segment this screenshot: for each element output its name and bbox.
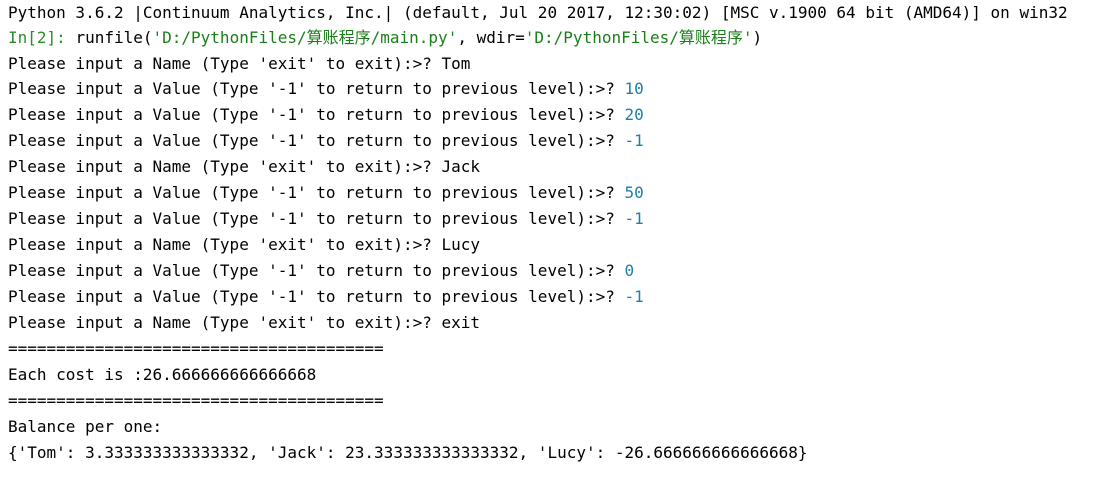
wdir-arg: , wdir= <box>457 28 525 47</box>
input-prompt: Please input a Name (Type 'exit' to exit… <box>8 157 442 176</box>
balance-label-line: Balance per one: <box>8 414 1116 440</box>
session-line: Please input a Name (Type 'exit' to exit… <box>8 52 1116 76</box>
separator-line: ======================================= <box>8 388 1116 414</box>
separator-line: ======================================= <box>8 336 1116 362</box>
input-prompt: Please input a Value (Type '-1' to retur… <box>8 261 625 280</box>
balance-label-text: Balance per one: <box>8 417 163 436</box>
console-input-line: In[2]: runfile('D:/PythonFiles/算账程序/main… <box>8 25 1116 51</box>
user-input-value: -1 <box>624 287 644 306</box>
session-line: Please input a Value (Type '-1' to retur… <box>8 128 1116 154</box>
input-prompt: Please input a Value (Type '-1' to retur… <box>8 105 625 124</box>
input-prompt: Please input a Name (Type 'exit' to exit… <box>8 235 442 254</box>
user-input-value: Lucy <box>441 235 481 254</box>
user-input-value: 0 <box>624 261 635 280</box>
in-prompt: In[2]: <box>8 28 76 47</box>
balance-dict-text: {'Tom': 3.333333333333332, 'Jack': 23.33… <box>8 443 808 462</box>
user-input-value: Jack <box>441 157 481 176</box>
each-cost-text: Each cost is :26.666666666666668 <box>8 365 317 384</box>
session-line: Please input a Value (Type '-1' to retur… <box>8 180 1116 206</box>
each-cost-line: Each cost is :26.666666666666668 <box>8 362 1116 388</box>
user-input-value: exit <box>441 313 481 332</box>
session-line: Please input a Name (Type 'exit' to exit… <box>8 232 1116 258</box>
banner-text: Python 3.6.2 |Continuum Analytics, Inc.|… <box>8 3 1068 22</box>
session-line: Please input a Value (Type '-1' to retur… <box>8 76 1116 102</box>
session-line: Please input a Name (Type 'exit' to exit… <box>8 154 1116 180</box>
session-line: Please input a Value (Type '-1' to retur… <box>8 258 1116 284</box>
user-input-value: -1 <box>624 209 644 228</box>
separator-text: ======================================= <box>8 339 384 358</box>
console-banner: Python 3.6.2 |Continuum Analytics, Inc.|… <box>8 1 1116 25</box>
runfile-call: runfile( <box>75 28 153 47</box>
wdir-path: 'D:/PythonFiles/算账程序' <box>524 28 753 47</box>
runfile-path: 'D:/PythonFiles/算账程序/main.py' <box>152 28 458 47</box>
input-prompt: Please input a Name (Type 'exit' to exit… <box>8 54 442 73</box>
session-line: Please input a Value (Type '-1' to retur… <box>8 102 1116 128</box>
user-input-value: Tom <box>441 54 471 73</box>
input-prompt: Please input a Value (Type '-1' to retur… <box>8 131 625 150</box>
user-input-value: 50 <box>624 183 644 202</box>
python-console[interactable]: Python 3.6.2 |Continuum Analytics, Inc.|… <box>0 1 1116 477</box>
session-line: Please input a Name (Type 'exit' to exit… <box>8 310 1116 336</box>
input-prompt: Please input a Value (Type '-1' to retur… <box>8 287 625 306</box>
input-prompt: Please input a Value (Type '-1' to retur… <box>8 79 625 98</box>
user-input-value: 20 <box>624 105 644 124</box>
input-prompt: Please input a Value (Type '-1' to retur… <box>8 183 625 202</box>
input-prompt: Please input a Name (Type 'exit' to exit… <box>8 313 442 332</box>
input-prompt: Please input a Value (Type '-1' to retur… <box>8 209 625 228</box>
user-input-value: -1 <box>624 131 644 150</box>
session-output: Please input a Name (Type 'exit' to exit… <box>8 52 1116 336</box>
session-line: Please input a Value (Type '-1' to retur… <box>8 284 1116 310</box>
separator-text: ======================================= <box>8 391 384 410</box>
session-line: Please input a Value (Type '-1' to retur… <box>8 206 1116 232</box>
user-input-value: 10 <box>624 79 644 98</box>
balance-dict-line: {'Tom': 3.333333333333332, 'Jack': 23.33… <box>8 440 1116 466</box>
runfile-close: ) <box>752 28 763 47</box>
